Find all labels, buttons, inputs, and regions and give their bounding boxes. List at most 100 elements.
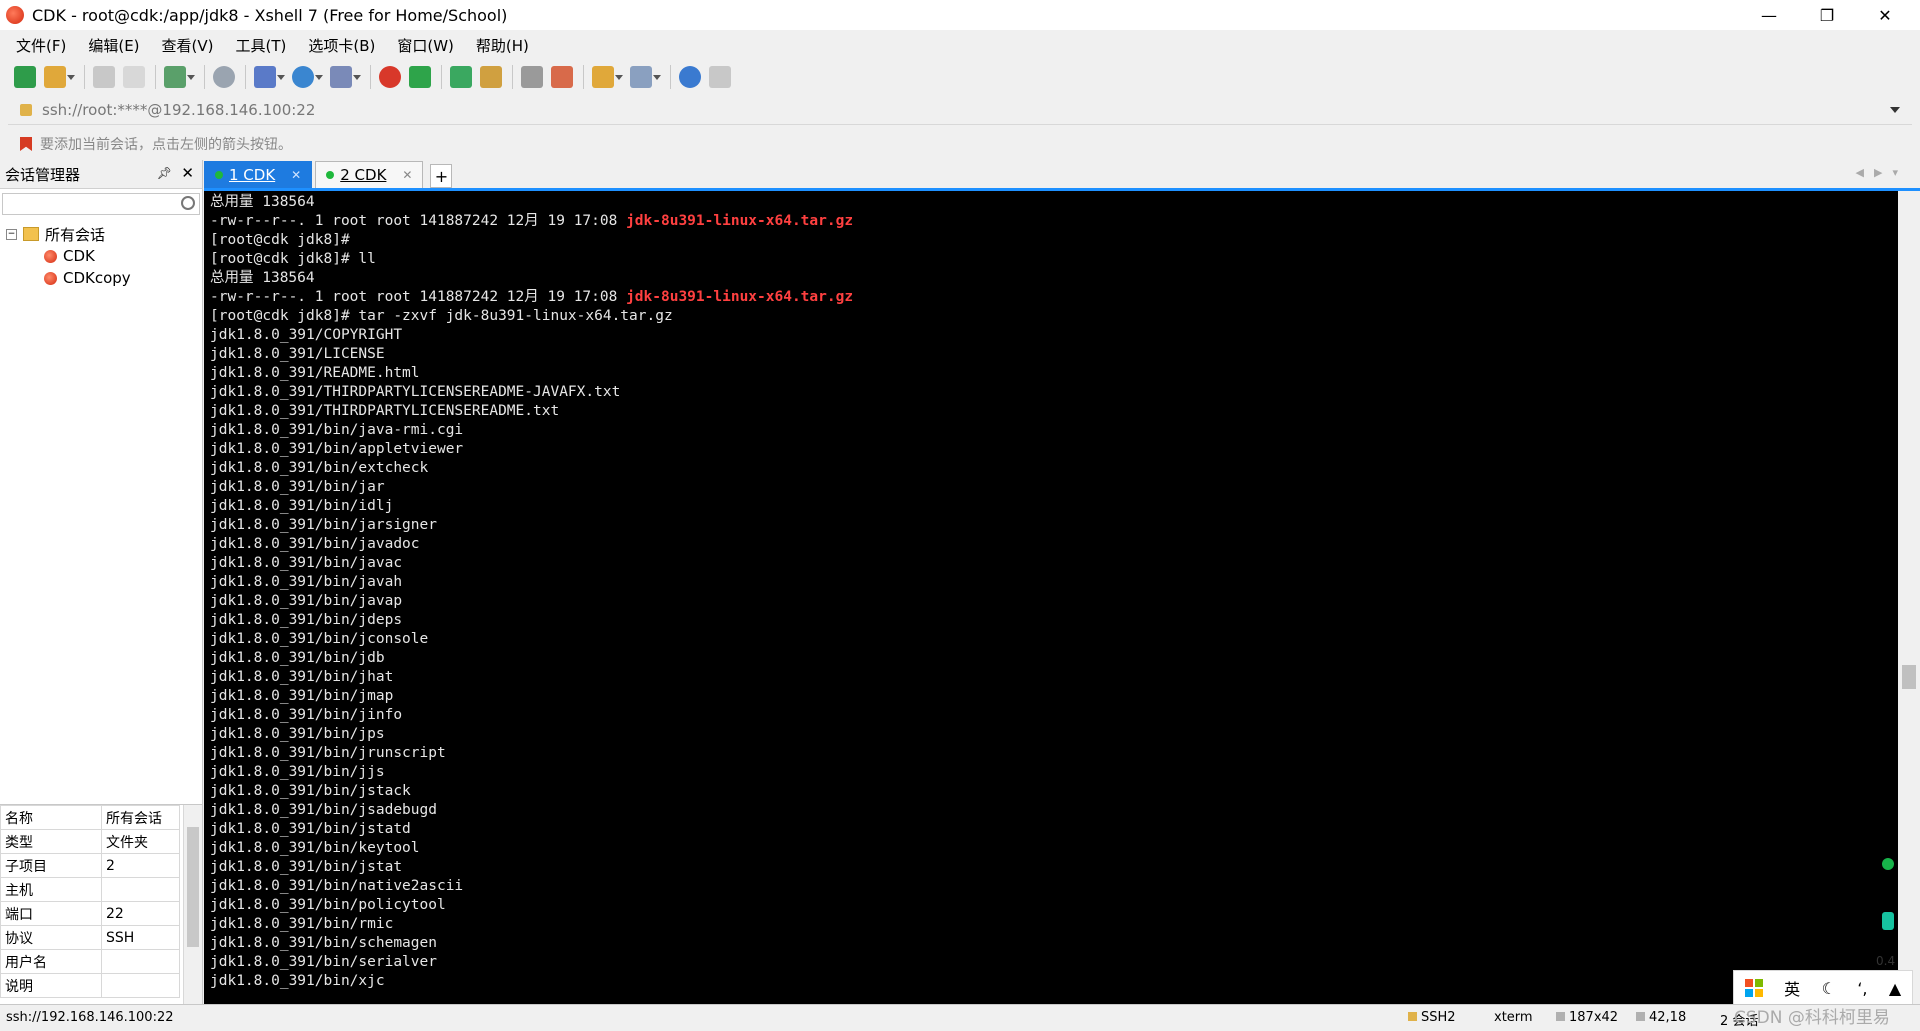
terminal-scrollbar[interactable] bbox=[1898, 191, 1920, 1004]
lock-icon[interactable] bbox=[480, 66, 502, 88]
menu-tools[interactable]: 工具(T) bbox=[232, 33, 291, 58]
watermark: CSDN @科科柯里易 bbox=[1734, 1008, 1890, 1028]
terminal[interactable]: 总用量 138564 -rw-r--r--. 1 root root 141887… bbox=[204, 191, 1898, 1004]
punctuation-icon[interactable]: ‘, bbox=[1857, 979, 1867, 998]
property-name: 子项目 bbox=[0, 853, 102, 878]
menu-file[interactable]: 文件(F) bbox=[12, 33, 70, 58]
toolbar-separator bbox=[583, 65, 584, 89]
tree-node-label: CDK bbox=[63, 247, 95, 265]
menu-help[interactable]: 帮助(H) bbox=[472, 33, 533, 58]
address-bar[interactable]: ssh://root:****@192.168.146.100:22 bbox=[8, 96, 1912, 125]
terminal-line: jdk1.8.0_391/THIRDPARTYLICENSEREADME.txt bbox=[210, 402, 1898, 421]
pin-icon[interactable]: 📌︎ bbox=[157, 166, 172, 180]
chevron-down-icon[interactable] bbox=[1890, 107, 1900, 113]
terminal-line: jdk1.8.0_391/bin/jstat bbox=[210, 858, 1898, 877]
tab-1-cdk[interactable]: 1 CDK ✕ bbox=[204, 161, 313, 188]
open-folder-icon[interactable] bbox=[44, 66, 75, 88]
close-icon[interactable]: ✕ bbox=[1856, 0, 1914, 30]
property-name: 端口 bbox=[0, 901, 102, 926]
terminal-text: jdk1.8.0_391/bin/jstack bbox=[210, 783, 411, 799]
terminal-line: jdk1.8.0_391/bin/keytool bbox=[210, 839, 1898, 858]
terminal-text: jdk1.8.0_391/COPYRIGHT bbox=[210, 327, 403, 343]
tree-node-session[interactable]: CDK bbox=[6, 245, 202, 267]
connect-icon[interactable] bbox=[93, 66, 115, 88]
menu-tabs[interactable]: 选项卡(B) bbox=[304, 33, 379, 58]
ime-language[interactable]: 英 bbox=[1784, 976, 1800, 1000]
terminal-text: jdk1.8.0_391/bin/jstatd bbox=[210, 821, 411, 837]
new-tab-group-icon[interactable] bbox=[592, 66, 623, 88]
toolbar bbox=[0, 60, 1920, 94]
terminal-text: jdk1.8.0_391/bin/jstat bbox=[210, 859, 403, 875]
script-icon[interactable] bbox=[551, 66, 573, 88]
toolbar-separator bbox=[670, 65, 671, 89]
new-session-icon[interactable] bbox=[14, 66, 36, 88]
terminal-line: [root@cdk jdk8]# tar -zxvf jdk-8u391-lin… bbox=[210, 307, 1898, 326]
close-tab-icon[interactable]: ✕ bbox=[402, 168, 412, 182]
restore-icon[interactable]: ❐ bbox=[1798, 0, 1856, 30]
transfer-icon[interactable] bbox=[164, 66, 195, 88]
add-tab-button[interactable]: + bbox=[430, 164, 453, 188]
toolbar-separator bbox=[84, 65, 85, 89]
tab-2-cdk[interactable]: 2 CDK ✕ bbox=[315, 161, 424, 188]
skin-icon[interactable]: ▲ bbox=[1889, 979, 1901, 998]
close-icon[interactable]: ✕ bbox=[181, 164, 194, 182]
fullscreen-icon[interactable] bbox=[450, 66, 472, 88]
keyboard-icon[interactable] bbox=[521, 66, 543, 88]
font-icon[interactable] bbox=[330, 66, 361, 88]
minimize-icon[interactable]: — bbox=[1740, 0, 1798, 30]
tree-node-session[interactable]: CDKcopy bbox=[6, 267, 202, 289]
xshell-logo-icon bbox=[6, 6, 24, 24]
terminal-text: jdk1.8.0_391/bin/jarsigner bbox=[210, 517, 437, 533]
bookmark-icon[interactable] bbox=[20, 137, 32, 151]
menu-edit[interactable]: 编辑(E) bbox=[84, 33, 143, 58]
globe-icon[interactable] bbox=[292, 66, 323, 88]
property-name: 主机 bbox=[0, 877, 102, 902]
tab-label: 1 CDK bbox=[229, 166, 276, 184]
toolbar-separator bbox=[370, 65, 371, 89]
close-tab-icon[interactable]: ✕ bbox=[291, 168, 301, 182]
terminal-line: jdk1.8.0_391/bin/policytool bbox=[210, 896, 1898, 915]
property-row: 端口 22 bbox=[0, 901, 180, 926]
lock-icon bbox=[1408, 1012, 1417, 1021]
terminal-line: jdk1.8.0_391/bin/rmic bbox=[210, 915, 1898, 934]
property-value bbox=[101, 973, 180, 998]
color-scheme-icon[interactable] bbox=[254, 66, 285, 88]
terminal-text: jdk1.8.0_391/bin/xjc bbox=[210, 973, 385, 989]
toolbar-separator bbox=[512, 65, 513, 89]
tab-scroll-arrows[interactable]: ◀▶▾ bbox=[1856, 166, 1908, 179]
toolbar-separator bbox=[204, 65, 205, 89]
terminal-text: jdk1.8.0_391/bin/jinfo bbox=[210, 707, 403, 723]
terminal-line: jdk1.8.0_391/bin/jsadebugd bbox=[210, 801, 1898, 820]
disconnect-icon[interactable] bbox=[123, 66, 145, 88]
properties-scrollbar[interactable] bbox=[183, 805, 202, 1005]
scrollbar-thumb[interactable] bbox=[187, 827, 199, 947]
find-icon[interactable] bbox=[213, 66, 235, 88]
tree-node-all-sessions[interactable]: − 所有会话 bbox=[6, 223, 202, 245]
terminal-text: jdk1.8.0_391/bin/jar bbox=[210, 479, 385, 495]
session-search-input[interactable] bbox=[2, 193, 200, 215]
terminal-line: -rw-r--r--. 1 root root 141887242 12月 19… bbox=[210, 288, 1898, 307]
menu-view[interactable]: 查看(V) bbox=[158, 33, 218, 58]
terminal-line: jdk1.8.0_391/bin/xjc bbox=[210, 972, 1898, 991]
collapse-icon[interactable]: − bbox=[6, 228, 17, 240]
help-icon[interactable] bbox=[679, 66, 701, 88]
ime-toolbar[interactable]: 英 ☾ ‘, ▲ bbox=[1733, 970, 1913, 1006]
status-cursor: 42,18 bbox=[1636, 1010, 1686, 1025]
title-bar: CDK - root@cdk:/app/jdk8 - Xshell 7 (Fre… bbox=[0, 0, 1920, 30]
terminal-line: jdk1.8.0_391/COPYRIGHT bbox=[210, 326, 1898, 345]
terminal-line: -rw-r--r--. 1 root root 141887242 12月 19… bbox=[210, 212, 1898, 231]
terminal-line: jdk1.8.0_391/bin/jdb bbox=[210, 649, 1898, 668]
scrollbar-thumb[interactable] bbox=[1902, 665, 1916, 689]
chat-icon[interactable] bbox=[709, 66, 731, 88]
layout-icon[interactable] bbox=[630, 66, 661, 88]
property-name: 名称 bbox=[0, 805, 102, 830]
lock-icon bbox=[20, 104, 32, 116]
terminal-line: jdk1.8.0_391/bin/java-rmi.cgi bbox=[210, 421, 1898, 440]
xftp-icon[interactable] bbox=[409, 66, 431, 88]
moon-icon[interactable]: ☾ bbox=[1822, 979, 1836, 998]
property-row: 子项目 2 bbox=[0, 853, 180, 878]
property-value: 22 bbox=[101, 901, 180, 926]
xshell-icon[interactable] bbox=[379, 66, 401, 88]
tab-label: 2 CDK bbox=[340, 166, 387, 184]
menu-window[interactable]: 窗口(W) bbox=[393, 33, 458, 58]
